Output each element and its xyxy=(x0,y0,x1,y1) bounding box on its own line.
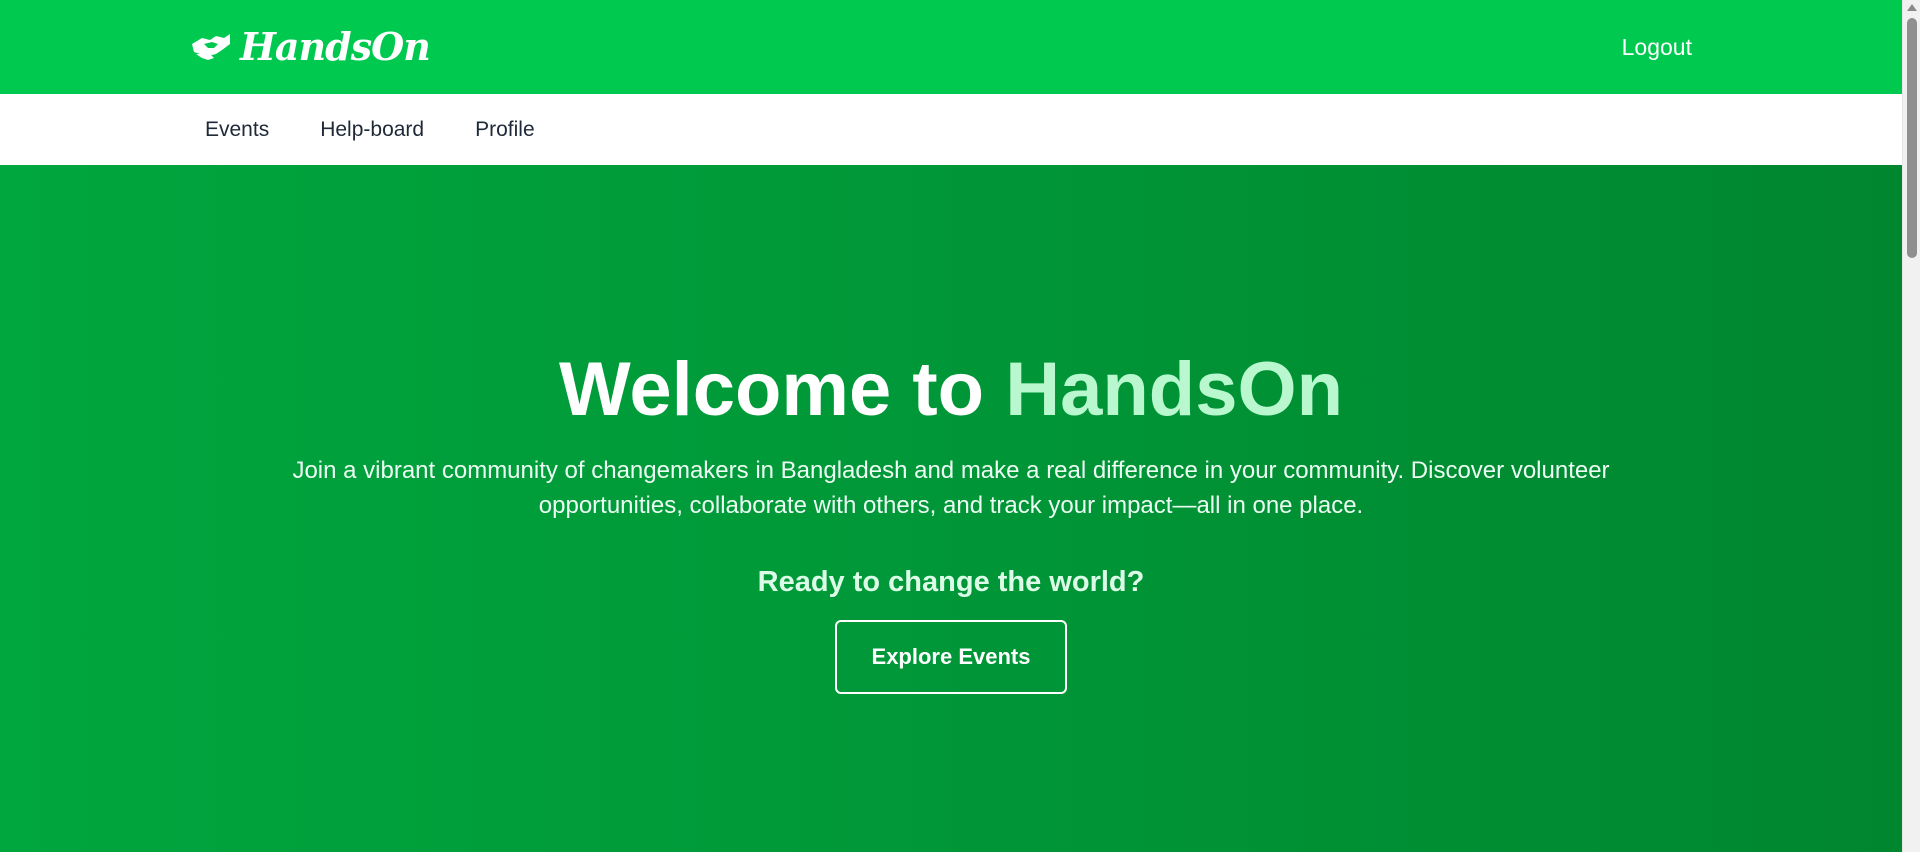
hero-title: Welcome to HandsOn xyxy=(0,345,1902,435)
top-header: HandsOn Logout xyxy=(0,0,1902,94)
nav-item-help-board[interactable]: Help-board xyxy=(320,118,424,141)
brand-name: HandsOn xyxy=(240,24,431,69)
page-scrollbar[interactable] xyxy=(1902,0,1920,852)
handshake-icon xyxy=(192,34,230,60)
logout-button[interactable]: Logout xyxy=(1622,32,1692,62)
brand-logo-link[interactable]: HandsOn xyxy=(190,24,431,69)
nav-item-events[interactable]: Events xyxy=(205,118,269,141)
hero-section: Welcome to HandsOn Join a vibrant commun… xyxy=(0,165,1902,852)
main-nav: Events Help-board Profile xyxy=(0,94,1902,165)
hero-description: Join a vibrant community of changemakers… xyxy=(292,457,1610,519)
hero-cta-label: Ready to change the world? xyxy=(757,566,1145,598)
scroll-up-arrow-icon[interactable] xyxy=(1907,4,1917,11)
explore-events-button[interactable]: Explore Events xyxy=(835,620,1067,694)
nav-list: Events Help-board Profile xyxy=(205,94,535,165)
hero-title-prefix: Welcome to xyxy=(558,347,1006,432)
scroll-thumb[interactable] xyxy=(1907,18,1917,258)
hero-title-accent: HandsOn xyxy=(1005,347,1344,432)
nav-item-profile[interactable]: Profile xyxy=(475,118,535,141)
page: HandsOn Logout Events Help-board Profile… xyxy=(0,0,1920,852)
